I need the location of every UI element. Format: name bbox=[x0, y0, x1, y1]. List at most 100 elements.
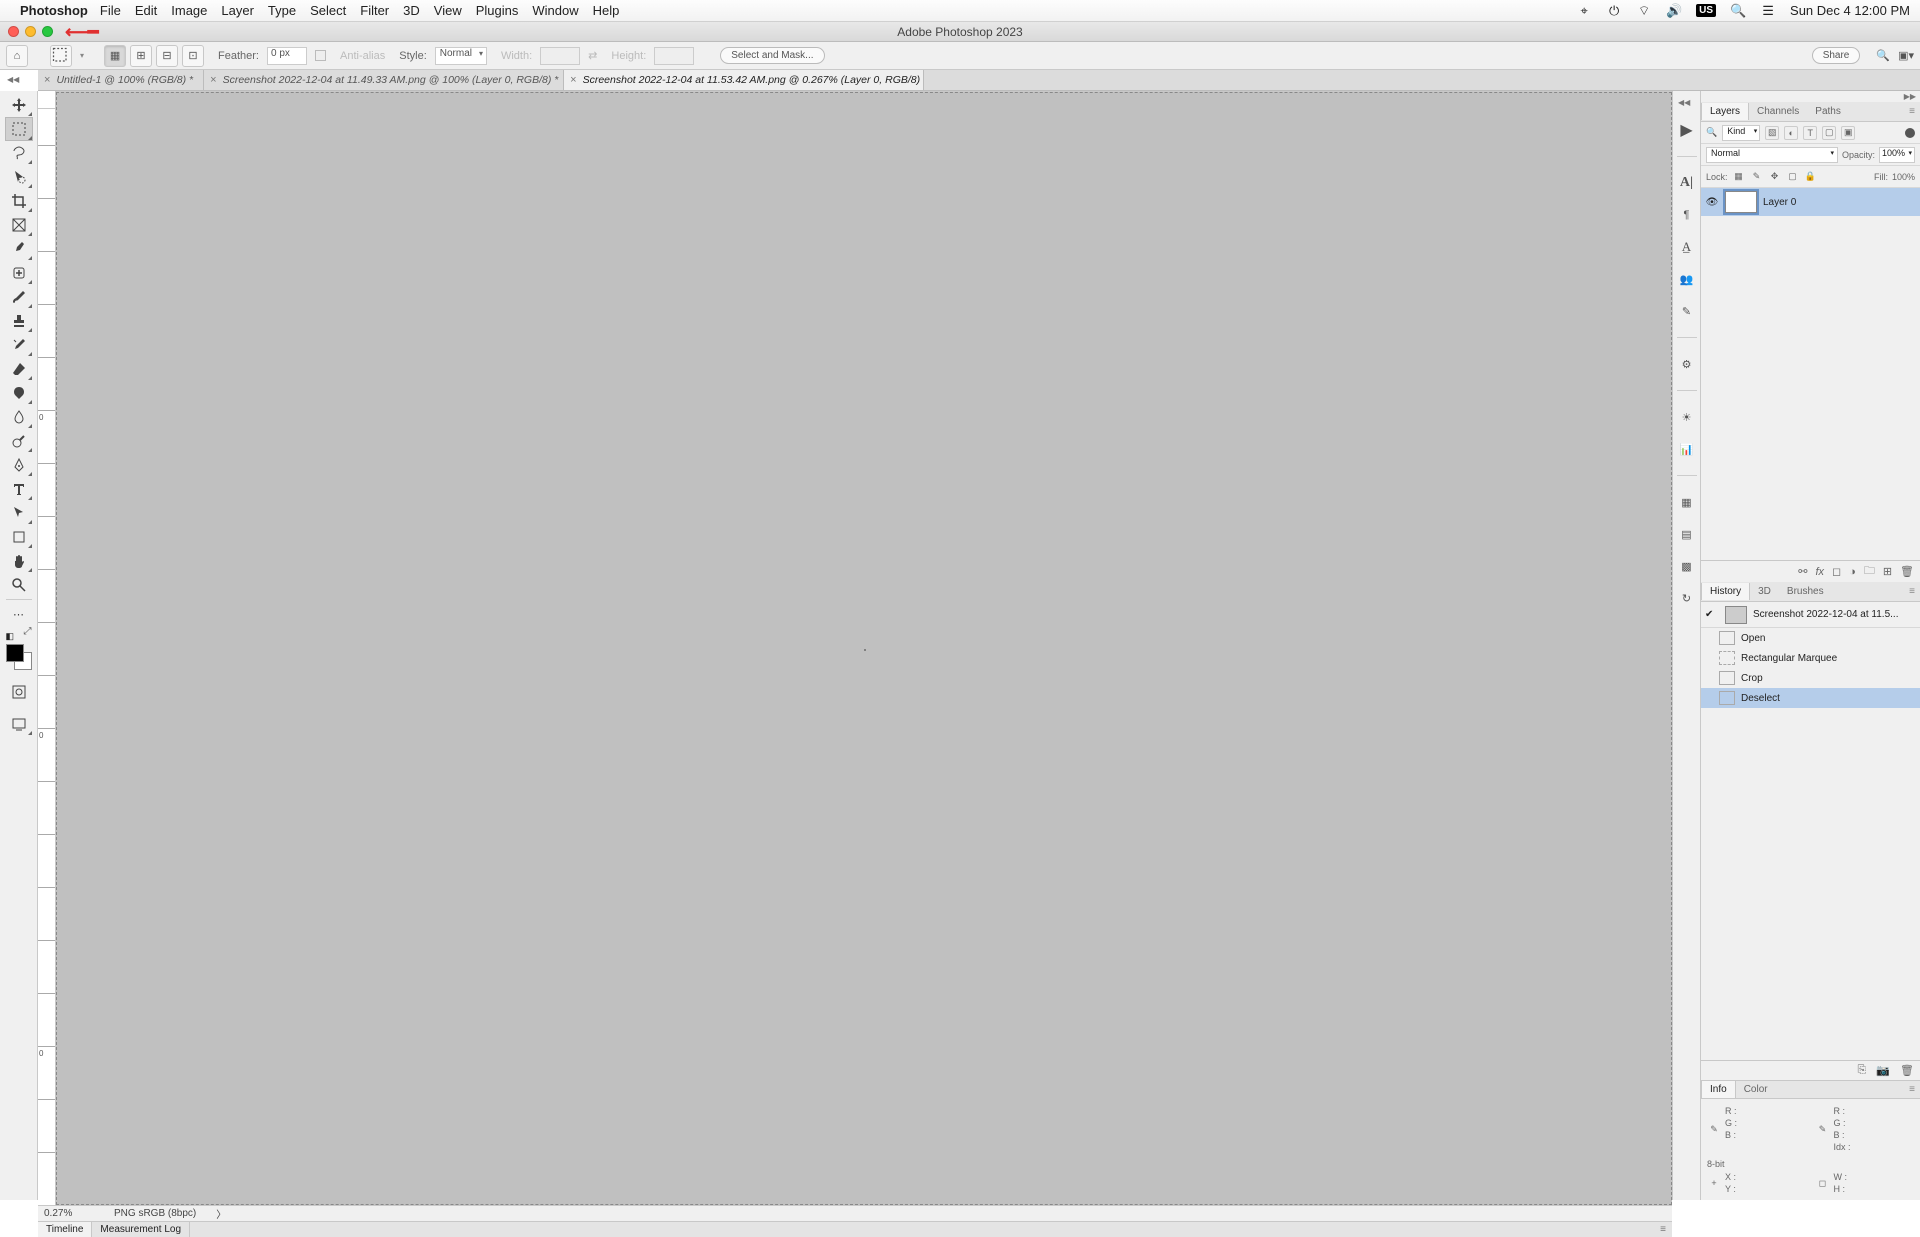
volume-icon[interactable]: 🔊 bbox=[1666, 3, 1682, 19]
adjustments-icon[interactable]: ⚙ bbox=[1677, 354, 1697, 374]
close-tab-icon[interactable]: × bbox=[570, 74, 576, 86]
shape-tool[interactable] bbox=[5, 525, 33, 549]
zoom-tool[interactable] bbox=[5, 573, 33, 597]
layer-name[interactable]: Layer 0 bbox=[1763, 197, 1796, 208]
lock-all-icon[interactable]: 🔒 bbox=[1804, 170, 1818, 184]
glyphs-icon[interactable]: ✎ bbox=[1677, 301, 1697, 321]
3d-tab[interactable]: 3D bbox=[1750, 583, 1779, 600]
minimize-window-icon[interactable] bbox=[25, 26, 36, 37]
default-colors-icon[interactable]: ◧ bbox=[6, 631, 15, 642]
filter-shape-icon[interactable]: ▢ bbox=[1822, 126, 1836, 140]
gradient-tool[interactable] bbox=[5, 381, 33, 405]
new-snapshot-icon[interactable]: 📷 bbox=[1876, 1064, 1890, 1077]
swap-colors-icon[interactable]: ⤢ bbox=[24, 626, 32, 637]
stamp-tool[interactable] bbox=[5, 309, 33, 333]
menu-view[interactable]: View bbox=[434, 3, 462, 18]
opacity-input[interactable]: 100% bbox=[1879, 147, 1915, 163]
eraser-tool[interactable] bbox=[5, 357, 33, 381]
channels-tab[interactable]: Channels bbox=[1749, 103, 1807, 120]
filter-smart-icon[interactable]: ▣ bbox=[1841, 126, 1855, 140]
quick-select-tool[interactable] bbox=[5, 165, 33, 189]
share-button[interactable]: Share bbox=[1812, 47, 1861, 64]
home-button[interactable]: ⌂ bbox=[6, 45, 28, 67]
filter-search-icon[interactable]: 🔍 bbox=[1706, 127, 1717, 138]
screen-mode-icon[interactable] bbox=[5, 712, 33, 736]
history-step[interactable]: Open bbox=[1701, 628, 1920, 648]
wifi-icon[interactable]: ⌔ bbox=[1636, 3, 1652, 19]
clock[interactable]: Sun Dec 4 12:00 PM bbox=[1790, 3, 1910, 18]
new-doc-from-state-icon[interactable]: ⎘ bbox=[1858, 1064, 1867, 1077]
blend-mode-select[interactable]: Normal bbox=[1706, 147, 1838, 163]
navigator-icon[interactable]: ↻ bbox=[1677, 588, 1697, 608]
history-step[interactable]: Crop bbox=[1701, 668, 1920, 688]
history-brush-tool[interactable] bbox=[5, 333, 33, 357]
zoom-window-icon[interactable] bbox=[42, 26, 53, 37]
layer-row[interactable]: 👁 Layer 0 bbox=[1701, 188, 1920, 216]
patterns-icon[interactable]: ▩ bbox=[1677, 556, 1697, 576]
gradients-icon[interactable]: ▤ bbox=[1677, 524, 1697, 544]
history-step[interactable]: Deselect bbox=[1701, 688, 1920, 708]
move-tool[interactable] bbox=[5, 93, 33, 117]
menu-file[interactable]: File bbox=[100, 3, 121, 18]
close-window-icon[interactable] bbox=[8, 26, 19, 37]
eyedropper-tool[interactable] bbox=[5, 237, 33, 261]
frame-tool[interactable] bbox=[5, 213, 33, 237]
intersect-selection-button[interactable]: ⊡ bbox=[182, 45, 204, 67]
paragraph-styles-icon[interactable]: 👥 bbox=[1677, 269, 1697, 289]
history-tab[interactable]: History bbox=[1701, 583, 1750, 600]
new-layer-icon[interactable]: ⊞ bbox=[1883, 565, 1892, 578]
vertical-ruler[interactable]: 0000 bbox=[38, 92, 56, 1205]
adjustment-layer-icon[interactable]: ◑ bbox=[1849, 566, 1856, 578]
tool-preset-button[interactable] bbox=[50, 45, 72, 67]
blur-tool[interactable] bbox=[5, 405, 33, 429]
input-source-badge[interactable]: US bbox=[1696, 4, 1716, 17]
paragraph-icon[interactable]: ¶ bbox=[1677, 205, 1697, 225]
control-center-icon[interactable]: ☰ bbox=[1760, 3, 1776, 19]
history-snapshot[interactable]: ✔ Screenshot 2022-12-04 at 11.5... bbox=[1701, 602, 1920, 628]
subtract-selection-button[interactable]: ⊟ bbox=[156, 45, 178, 67]
layers-tab[interactable]: Layers bbox=[1701, 103, 1749, 120]
close-tab-icon[interactable]: × bbox=[44, 74, 50, 86]
menu-layer[interactable]: Layer bbox=[221, 3, 254, 18]
info-tab[interactable]: Info bbox=[1701, 1081, 1736, 1098]
close-tab-icon[interactable]: × bbox=[210, 74, 216, 86]
heal-tool[interactable] bbox=[5, 261, 33, 285]
edit-toolbar-button[interactable]: ⋯ bbox=[5, 602, 33, 626]
collapse-dock-icon[interactable]: ◀◀ bbox=[1675, 97, 1693, 108]
menu-plugins[interactable]: Plugins bbox=[476, 3, 519, 18]
document-tab[interactable]: ×Screenshot 2022-12-04 at 11.53.42 AM.pn… bbox=[564, 70, 924, 90]
path-select-tool[interactable] bbox=[5, 501, 33, 525]
workspace-icon[interactable]: ▣▾ bbox=[1898, 49, 1914, 62]
power-icon[interactable]: ⏻ bbox=[1606, 3, 1622, 19]
delete-state-icon[interactable]: 🗑 bbox=[1900, 1064, 1914, 1077]
history-brush-source-icon[interactable]: ✔ bbox=[1705, 609, 1719, 620]
collapse-toolbox-icon[interactable]: ◀◀ bbox=[4, 74, 22, 85]
timeline-tab[interactable]: Timeline bbox=[38, 1222, 92, 1237]
panel-menu-icon[interactable]: ≡ bbox=[1654, 1224, 1672, 1235]
histogram-icon[interactable]: 📊 bbox=[1677, 439, 1697, 459]
zoom-level[interactable]: 0.27% bbox=[44, 1208, 94, 1219]
foreground-color-swatch[interactable] bbox=[6, 644, 24, 662]
character-icon[interactable]: A| bbox=[1677, 173, 1697, 193]
menu-filter[interactable]: Filter bbox=[360, 3, 389, 18]
panel-menu-icon[interactable]: ≡ bbox=[1904, 106, 1920, 117]
character-styles-icon[interactable]: A̲ bbox=[1677, 237, 1697, 257]
brushes-tab[interactable]: Brushes bbox=[1779, 583, 1832, 600]
document-tab[interactable]: ×Untitled-1 @ 100% (RGB/8) * bbox=[38, 70, 204, 90]
style-select[interactable]: Normal bbox=[435, 47, 487, 65]
dodge-tool[interactable] bbox=[5, 429, 33, 453]
group-icon[interactable]: 🗀 bbox=[1864, 562, 1875, 581]
app-name[interactable]: Photoshop bbox=[20, 3, 88, 18]
bluetooth-icon[interactable]: ⌖ bbox=[1576, 3, 1592, 19]
measurement-log-tab[interactable]: Measurement Log bbox=[92, 1222, 190, 1237]
layer-thumbnail[interactable] bbox=[1725, 191, 1757, 213]
history-step[interactable]: Rectangular Marquee bbox=[1701, 648, 1920, 668]
panel-menu-icon[interactable]: ≡ bbox=[1904, 586, 1920, 597]
actions-icon[interactable]: ▶ bbox=[1677, 120, 1697, 140]
menu-image[interactable]: Image bbox=[171, 3, 207, 18]
delete-layer-icon[interactable]: 🗑 bbox=[1900, 565, 1914, 578]
type-tool[interactable] bbox=[5, 477, 33, 501]
swatches-icon[interactable]: ▦ bbox=[1677, 492, 1697, 512]
pen-tool[interactable] bbox=[5, 453, 33, 477]
status-arrow-icon[interactable]: 〉 bbox=[216, 1206, 226, 1221]
